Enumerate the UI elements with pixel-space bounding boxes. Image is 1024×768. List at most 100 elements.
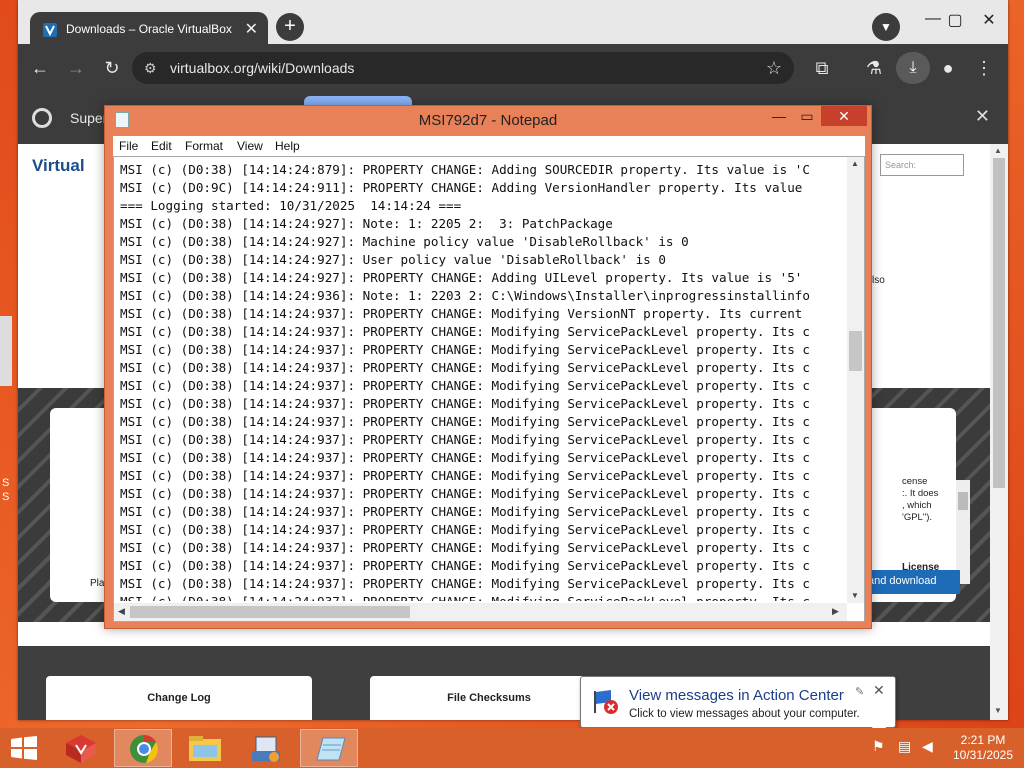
- bookmark-label[interactable]: Super: [70, 110, 107, 126]
- log-line: === Logging started: 10/31/2025 14:14:24…: [120, 198, 462, 213]
- file-checksums-card[interactable]: File Checksums: [370, 676, 608, 720]
- forward-icon[interactable]: →: [64, 56, 88, 80]
- notepad-horizontal-scrollbar[interactable]: ◀ ▶: [114, 603, 847, 621]
- page-text-fragment: lso: [872, 275, 885, 286]
- log-line: MSI (c) (D0:9C) [14:14:24:911]: PROPERTY…: [120, 180, 803, 195]
- notepad-vscroll-thumb[interactable]: [849, 331, 862, 371]
- bar-close-icon[interactable]: ✕: [975, 106, 990, 127]
- log-line: MSI (c) (D0:38) [14:14:24:937]: PROPERTY…: [120, 540, 810, 555]
- log-line: MSI (c) (D0:38) [14:14:24:936]: Note: 1:…: [120, 288, 810, 303]
- desktop-label-fragment: S S: [2, 477, 10, 503]
- action-center-notification[interactable]: View messages in Action Center Click to …: [580, 676, 896, 728]
- menu-edit[interactable]: Edit: [151, 139, 172, 153]
- log-line: MSI (c) (D0:38) [14:14:24:937]: PROPERTY…: [120, 486, 810, 501]
- log-line: MSI (c) (D0:38) [14:14:24:927]: Machine …: [120, 234, 689, 249]
- notification-body: Click to view messages about your comput…: [629, 708, 860, 720]
- tab-close-icon[interactable]: ✕: [245, 19, 258, 39]
- tab-strip: Downloads – Oracle VirtualBox ✕ + ▼ — ▢ …: [18, 0, 1008, 50]
- browser-close-button[interactable]: ✕: [974, 10, 1004, 32]
- log-text[interactable]: MSI (c) (D0:38) [14:14:24:879]: PROPERTY…: [120, 161, 842, 601]
- notepad-close-button[interactable]: ✕: [821, 106, 867, 126]
- start-button-icon[interactable]: [10, 736, 38, 760]
- page-scrollbar[interactable]: ▲ ▼: [990, 144, 1008, 720]
- notification-title[interactable]: View messages in Action Center: [629, 687, 844, 704]
- log-line: MSI (c) (D0:38) [14:14:24:937]: PROPERTY…: [120, 306, 803, 321]
- change-log-card[interactable]: Change Log: [46, 676, 312, 720]
- taskbar-chrome[interactable]: [114, 729, 172, 767]
- file-explorer-icon: [189, 736, 221, 761]
- log-line: MSI (c) (D0:38) [14:14:24:937]: PROPERTY…: [120, 558, 810, 573]
- bookmark-star-icon[interactable]: ☆: [766, 58, 782, 79]
- notepad-title: MSI792d7 - Notepad: [418, 112, 558, 129]
- log-line: MSI (c) (D0:38) [14:14:24:937]: PROPERTY…: [120, 522, 810, 537]
- clock-time: 2:21 PM: [960, 733, 1006, 747]
- back-icon[interactable]: ←: [28, 56, 52, 80]
- system-tray: ⚑ ▤ ◀: [868, 738, 948, 758]
- notification-pin-icon[interactable]: ✎: [855, 685, 864, 698]
- taskbar-setup[interactable]: [238, 729, 296, 767]
- address-bar[interactable]: ⚙ virtualbox.org/wiki/Downloads ☆: [132, 52, 794, 84]
- notification-close-icon[interactable]: ✕: [873, 682, 885, 699]
- log-line: MSI (c) (D0:38) [14:14:24:937]: PROPERTY…: [120, 414, 810, 429]
- downloads-button[interactable]: ⤓: [896, 52, 930, 84]
- action-center-tray-icon[interactable]: ⚑: [872, 738, 885, 755]
- virtualbox-favicon-icon: [43, 23, 57, 37]
- virtualbox-logo[interactable]: Virtual: [32, 156, 85, 176]
- menu-format[interactable]: Format: [185, 139, 223, 153]
- menu-file[interactable]: File: [119, 139, 138, 153]
- menu-view[interactable]: View: [237, 139, 263, 153]
- virtualbox-installer-icon: [66, 735, 96, 763]
- volume-icon[interactable]: ◀: [922, 738, 933, 755]
- url-text: virtualbox.org/wiki/Downloads: [170, 60, 355, 76]
- log-line: MSI (c) (D0:38) [14:14:24:937]: PROPERTY…: [120, 593, 842, 601]
- log-line: MSI (c) (D0:38) [14:14:24:937]: PROPERTY…: [120, 324, 810, 339]
- log-line: MSI (c) (D0:38) [14:14:24:937]: PROPERTY…: [120, 504, 810, 519]
- log-line: MSI (c) (D0:38) [14:14:24:937]: PROPERTY…: [120, 378, 810, 393]
- menu-help[interactable]: Help: [275, 139, 300, 153]
- notepad-menu-bar: File Edit Format View Help: [113, 136, 865, 156]
- taskbar-virtualbox-installer[interactable]: [52, 729, 110, 767]
- log-line: MSI (c) (D0:38) [14:14:24:937]: PROPERTY…: [120, 432, 810, 447]
- extensions-icon[interactable]: ⧉: [810, 56, 834, 80]
- log-line: MSI (c) (D0:38) [14:14:24:927]: PROPERTY…: [120, 270, 803, 285]
- notepad-minimize-button[interactable]: —: [765, 108, 793, 128]
- log-line: MSI (c) (D0:38) [14:14:24:937]: PROPERTY…: [120, 468, 810, 483]
- tab-title: Downloads – Oracle VirtualBox: [66, 22, 232, 36]
- action-center-flag-icon: [594, 690, 618, 714]
- notepad-title-bar[interactable]: MSI792d7 - Notepad — ▭ ✕: [105, 106, 871, 134]
- license-text: cense :. It does , which 'GPL").: [902, 476, 939, 523]
- tab-downloads[interactable]: Downloads – Oracle VirtualBox ✕: [30, 12, 268, 48]
- browser-toolbar: ← → ↻ ⚙ virtualbox.org/wiki/Downloads ☆ …: [18, 44, 1008, 92]
- notepad-vertical-scrollbar[interactable]: ▲ ▼: [847, 157, 864, 603]
- site-search-input[interactable]: Search:: [880, 154, 964, 176]
- log-line: MSI (c) (D0:38) [14:14:24:937]: PROPERTY…: [120, 360, 810, 375]
- page-scroll-thumb[interactable]: [993, 158, 1005, 488]
- log-line: MSI (c) (D0:38) [14:14:24:937]: PROPERTY…: [120, 576, 810, 591]
- taskbar-file-explorer[interactable]: [176, 729, 234, 767]
- labs-icon[interactable]: ⚗: [862, 56, 886, 80]
- notepad-text-area[interactable]: MSI (c) (D0:38) [14:14:24:879]: PROPERTY…: [113, 156, 865, 622]
- license-scrollbar[interactable]: [956, 480, 970, 584]
- notepad-window: MSI792d7 - Notepad — ▭ ✕ File Edit Forma…: [104, 105, 872, 629]
- tab-search-button[interactable]: ▼: [872, 13, 900, 41]
- log-line: MSI (c) (D0:38) [14:14:24:937]: PROPERTY…: [120, 342, 810, 357]
- notepad-hscroll-thumb[interactable]: [130, 606, 410, 618]
- reload-icon[interactable]: ↻: [100, 56, 124, 80]
- log-line: MSI (c) (D0:38) [14:14:24:937]: PROPERTY…: [120, 450, 810, 465]
- desktop-icon-fragment: [0, 316, 12, 386]
- browser-maximize-button[interactable]: ▢: [940, 10, 970, 32]
- log-line: MSI (c) (D0:38) [14:14:24:927]: Note: 1:…: [120, 216, 613, 231]
- clock[interactable]: 2:21 PM 10/31/2025: [948, 733, 1018, 763]
- agree-download-button[interactable]: and download: [864, 570, 960, 594]
- chrome-logo-icon: [32, 108, 52, 128]
- notepad-maximize-button[interactable]: ▭: [793, 108, 821, 128]
- site-info-icon[interactable]: ⚙: [144, 60, 157, 77]
- platform-text-fragment: Pla: [90, 578, 105, 589]
- profile-icon[interactable]: ●: [936, 56, 960, 80]
- setup-icon: [252, 736, 280, 762]
- chrome-icon: [130, 735, 158, 763]
- menu-icon[interactable]: ⋮: [972, 56, 996, 80]
- taskbar-notepad[interactable]: [300, 729, 358, 767]
- network-icon[interactable]: ▤: [898, 738, 911, 755]
- new-tab-button[interactable]: +: [276, 13, 304, 41]
